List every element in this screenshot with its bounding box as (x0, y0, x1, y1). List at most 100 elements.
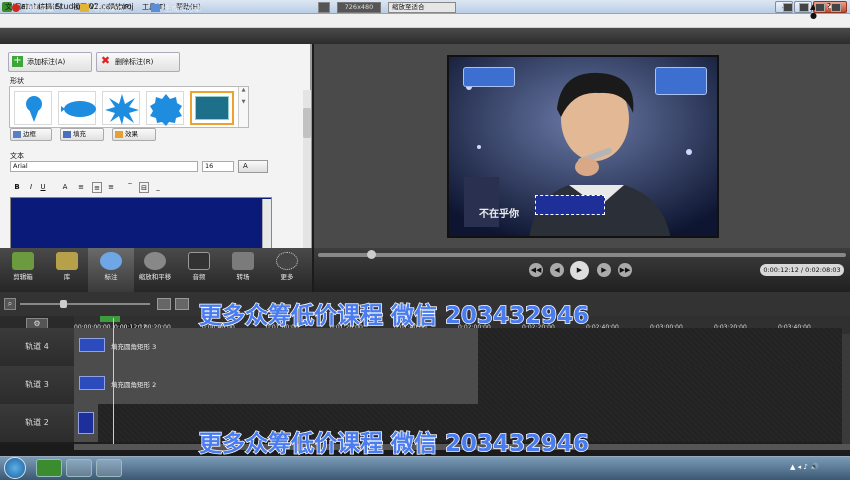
skip-back-button[interactable]: ◀◀ (529, 263, 543, 277)
pan-icon[interactable] (799, 3, 809, 12)
playhead-marker[interactable] (100, 316, 120, 322)
canvas-icon[interactable] (318, 2, 330, 13)
delete-callout-button[interactable]: ✖ 删除标注(R) (96, 52, 180, 72)
timeline-vertical-scrollbar[interactable] (842, 334, 850, 444)
shape-gallery-scrollbar[interactable]: ▲ ▼ (238, 87, 248, 127)
seek-bar[interactable] (318, 253, 846, 257)
watermark-bottom: 更多众筹低价课程 微信 203432946 (198, 430, 590, 458)
track-3: 轨道 3 填充圆角矩形 2 (0, 366, 850, 404)
align-center-button[interactable]: ≡ (92, 182, 102, 193)
track-3-clip-thumb[interactable] (79, 376, 105, 390)
shape-gallery (9, 86, 249, 128)
valign-top-button[interactable]: ‾ (125, 182, 135, 193)
callout-icon (100, 252, 122, 270)
callout-text-area[interactable] (10, 197, 272, 249)
track-2-clip-thumb[interactable] (78, 412, 94, 434)
panel-scroll-thumb[interactable] (303, 108, 311, 138)
canvas-size-dropdown[interactable]: 726x480 (337, 2, 381, 13)
tab-audio[interactable]: 音频 (176, 248, 222, 292)
crop-icon[interactable] (783, 3, 793, 12)
valign-middle-button[interactable]: ⊟ (139, 182, 149, 193)
video-subtitle: 不在乎你 (479, 209, 519, 220)
track-4-empty (478, 328, 842, 366)
taskbar-app-icon-1[interactable] (66, 459, 92, 477)
bold-button[interactable]: B (12, 182, 22, 193)
fill-icon (63, 131, 71, 138)
tab-transitions-label: 转场 (236, 273, 250, 281)
track-2-label[interactable]: 轨道 2 (0, 404, 74, 442)
system-tray[interactable]: ▲ ◂ ♪ 🔊 (790, 463, 819, 471)
track-3-clip-label[interactable]: 填充圆角矩形 2 (111, 379, 156, 389)
time-display: 0:00:12:12 / 0:02:08:03 (760, 264, 844, 276)
start-orb-icon[interactable] (4, 457, 26, 479)
step-forward-button[interactable]: ▶ (597, 263, 611, 277)
playhead-line[interactable] (113, 318, 114, 448)
tab-zoom-pan[interactable]: 缩放和平移 (132, 248, 178, 292)
callout-rectangle-selected[interactable] (535, 195, 605, 215)
callout-rectangle-left[interactable] (463, 67, 515, 87)
effects-button[interactable]: 效果 (112, 128, 156, 141)
text-color-button[interactable]: A (238, 160, 268, 173)
play-button[interactable]: ▶ (570, 261, 589, 280)
transition-icon (232, 252, 254, 270)
valign-bottom-button[interactable]: _ (153, 182, 163, 193)
text-area-scrollbar[interactable] (262, 199, 271, 249)
border-button[interactable]: 边框 (10, 128, 52, 141)
zoom-dropdown[interactable]: 缩放至适合 (388, 2, 456, 13)
track-4-label[interactable]: 轨道 4 (0, 328, 74, 366)
taskbar-camtasia-icon[interactable] (36, 459, 62, 477)
tab-transitions[interactable]: 转场 (220, 248, 266, 292)
shape-burst[interactable] (102, 91, 140, 125)
align-right-button[interactable]: ≡ (106, 182, 116, 193)
tab-callouts[interactable]: 标注 (88, 248, 134, 292)
callout-rectangle-right[interactable] (655, 67, 707, 95)
font-dropdown[interactable]: Arial (10, 161, 198, 172)
cut-icon[interactable] (157, 298, 171, 310)
track-3-empty (478, 366, 842, 404)
tab-clip-bin[interactable]: 剪辑箱 (0, 248, 46, 292)
plus-icon: + (12, 55, 23, 67)
shape-rectangle-selected[interactable] (190, 91, 234, 125)
track-3-label[interactable]: 轨道 3 (0, 366, 74, 404)
split-icon[interactable] (175, 298, 189, 310)
timeline-zoom-slider[interactable] (20, 303, 150, 305)
tab-zoom-pan-label: 缩放和平移 (138, 273, 172, 281)
underline-button[interactable]: U (38, 182, 48, 193)
produce-share-button[interactable]: 生成和分享 (164, 3, 202, 14)
pin-shape-icon (26, 96, 42, 122)
border-icon (13, 131, 21, 138)
add-callout-button[interactable]: + 添加标注(A) (8, 52, 92, 72)
fill-button[interactable]: 填充 (60, 128, 104, 141)
tab-more[interactable]: 更多 (264, 248, 310, 292)
zoom-magnifier-icon[interactable]: ⌕ (4, 298, 16, 310)
library-icon (56, 252, 78, 270)
record-screen-button[interactable]: 录制屏幕 (24, 3, 54, 14)
track-4-clip-label[interactable]: 填充圆角矩形 3 (111, 341, 156, 351)
skip-forward-button[interactable]: ▶▶ (618, 263, 632, 277)
burst-shape-icon (105, 94, 139, 125)
italic-button[interactable]: I (26, 182, 36, 193)
text-color-a-button[interactable]: A (60, 182, 70, 193)
taskbar-app-icon-2[interactable] (96, 459, 122, 477)
seek-knob[interactable] (367, 250, 376, 259)
tab-library[interactable]: 库 (44, 248, 90, 292)
timeline-zoom-knob[interactable] (60, 300, 67, 308)
main-toolbar (0, 28, 850, 44)
fullscreen-icon[interactable] (831, 3, 841, 12)
video-frame[interactable]: 不在乎你 (447, 55, 719, 238)
shape-arrow-oval[interactable] (58, 91, 96, 125)
delete-x-icon: ✖ (100, 54, 111, 67)
shape-pin[interactable] (14, 91, 52, 125)
record-icon[interactable] (12, 4, 20, 12)
watermark-top: 更多众筹低价课程 微信 203432946 (198, 302, 590, 330)
detach-icon[interactable] (815, 3, 825, 12)
tab-more-label: 更多 (280, 273, 294, 281)
step-back-button[interactable]: ◀ (550, 263, 564, 277)
more-icon (276, 252, 298, 270)
shape-seal[interactable] (146, 91, 184, 126)
import-media-button[interactable]: 导入媒体 (93, 3, 123, 14)
track-4-clip-thumb[interactable] (79, 338, 105, 352)
align-left-button[interactable]: ≡ (76, 182, 86, 193)
import-folder-icon (80, 4, 89, 12)
font-size-dropdown[interactable]: 16 (202, 161, 234, 172)
